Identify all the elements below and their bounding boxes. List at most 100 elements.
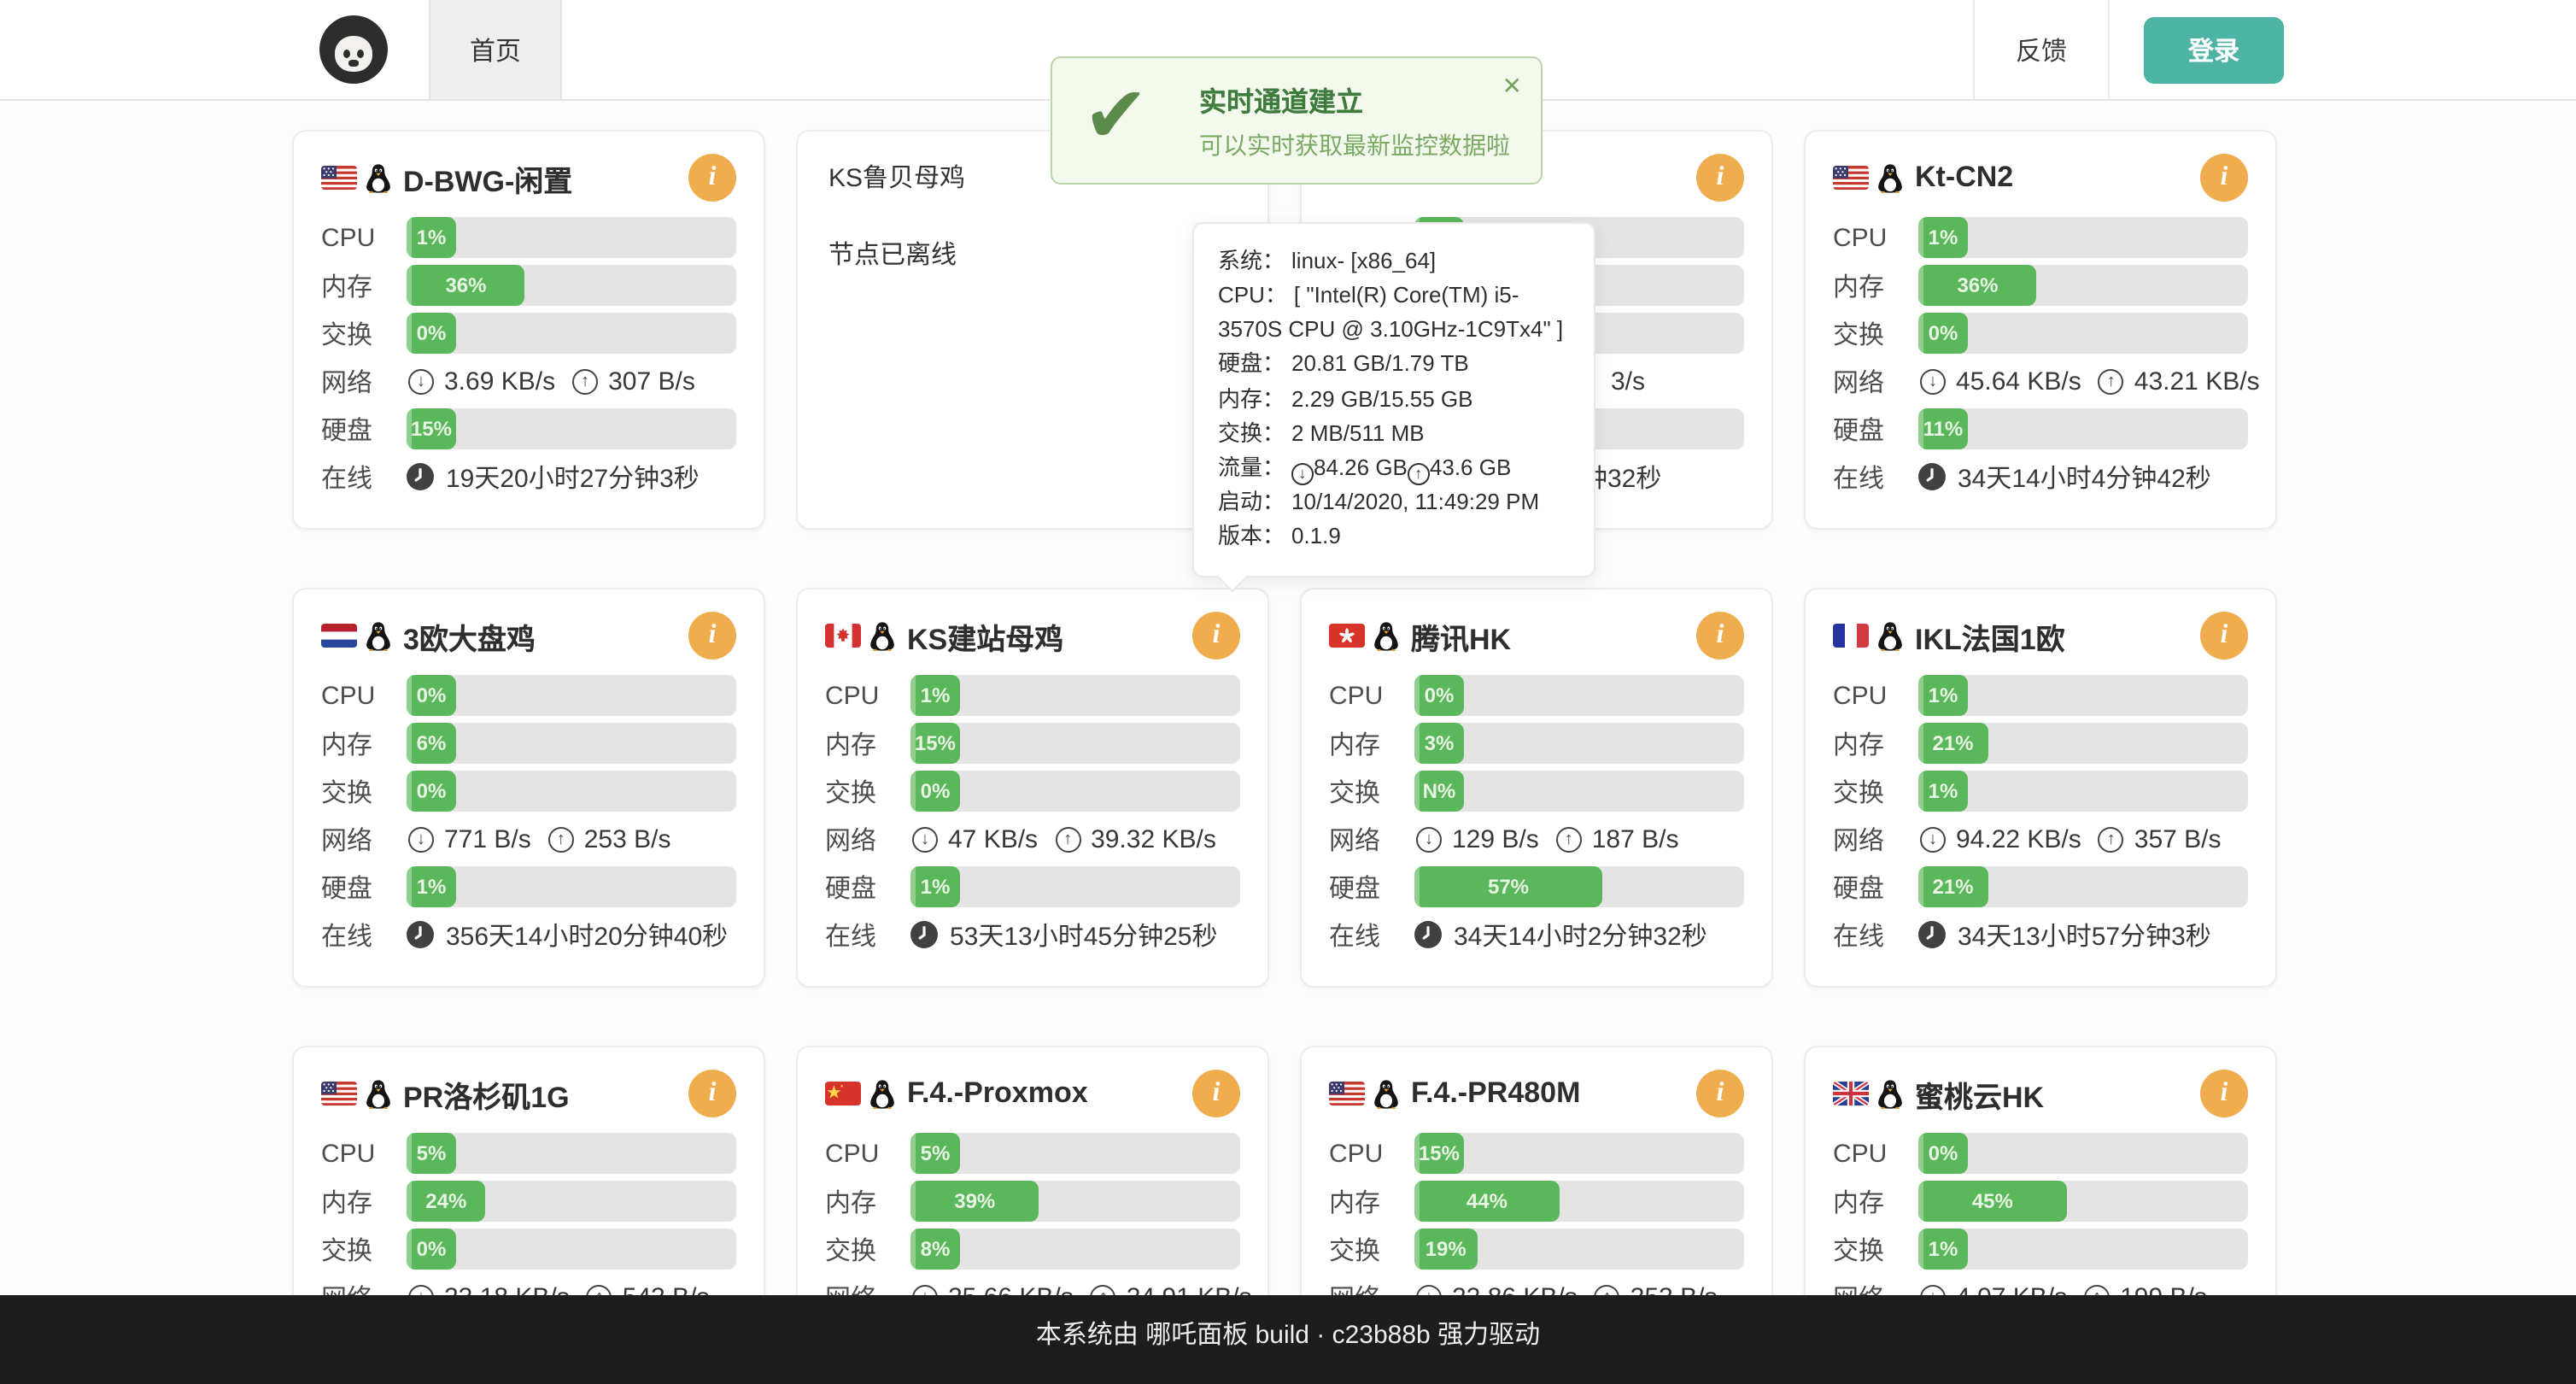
- country-flag-icon-cn: [825, 1082, 861, 1105]
- logo-face: [335, 36, 372, 72]
- upload-icon: ↑: [1408, 464, 1430, 486]
- disk-usage-bar: 57%: [1414, 866, 1744, 907]
- mem-usage-bar: 44%: [1414, 1181, 1744, 1222]
- server-card-header: 蜜桃云HKi: [1833, 1068, 2248, 1119]
- info-icon[interactable]: i: [2200, 1070, 2248, 1117]
- swap-usage-bar: 0%: [1918, 313, 2248, 354]
- site-logo-avatar[interactable]: [319, 15, 388, 84]
- download-icon: ↓: [912, 826, 938, 852]
- stat-row-net: 网络↓47 KB/s↑39.32 KB/s: [825, 818, 1240, 859]
- server-name: F.4.-PR480M: [1411, 1076, 1696, 1111]
- info-icon[interactable]: i: [1696, 154, 1744, 202]
- stat-label-cpu: CPU: [321, 681, 407, 710]
- stat-label-cpu: CPU: [1833, 681, 1918, 710]
- stat-label-online: 在线: [1329, 917, 1414, 953]
- server-stats: CPU1%内存15%交换0%网络↓47 KB/s↑39.32 KB/s硬盘1%在…: [825, 675, 1240, 955]
- stat-row-mem: 内存36%: [321, 265, 736, 306]
- cpu-usage-value: 0%: [1425, 683, 1455, 707]
- info-icon[interactable]: i: [2200, 154, 2248, 202]
- stat-row-cpu: CPU0%: [1833, 1133, 2248, 1174]
- tooltip-row-swap: 交换：2 MB/511 MB: [1218, 416, 1570, 450]
- mem-usage-value: 15%: [915, 731, 956, 755]
- swap-usage-value: 0%: [921, 779, 951, 803]
- stat-label-disk: 硬盘: [321, 411, 407, 447]
- stat-label-cpu: CPU: [825, 681, 910, 710]
- server-card-header: 腾讯HKi: [1329, 610, 1744, 661]
- cpu-usage-bar: 5%: [910, 1133, 1240, 1174]
- server-card-header: F.4.-PR480Mi: [1329, 1068, 1744, 1119]
- stat-label-net: 网络: [1833, 821, 1918, 857]
- info-icon[interactable]: i: [688, 154, 736, 202]
- cpu-usage-fill: 1%: [1918, 675, 1968, 716]
- tooltip-row-disk: 硬盘：20.81 GB/1.79 TB: [1218, 348, 1570, 382]
- nav-tab-home[interactable]: 首页: [429, 0, 562, 99]
- stat-row-mem: 内存15%: [825, 723, 1240, 764]
- toast-close-icon[interactable]: ✕: [1502, 73, 1522, 97]
- mem-usage-fill: 21%: [1918, 723, 1988, 764]
- stat-label-mem: 内存: [825, 1183, 910, 1219]
- linux-os-icon: [869, 1079, 895, 1108]
- stat-label-mem: 内存: [321, 1183, 407, 1219]
- nav-link-feedback[interactable]: 反馈: [1973, 0, 2110, 99]
- info-icon[interactable]: i: [1696, 1070, 1744, 1117]
- stat-row-swap: 交换0%: [321, 313, 736, 354]
- toast-title: 实时通道建立: [1199, 79, 1517, 120]
- stat-row-cpu: CPU0%: [321, 675, 736, 716]
- network-text-fragment: 3/s: [1611, 367, 1645, 396]
- tooltip-row-traffic: 流量：↓84.26 GB↑43.6 GB: [1218, 451, 1570, 486]
- cpu-usage-bar: 0%: [1918, 1133, 2248, 1174]
- mem-usage-bar: 45%: [1918, 1181, 2248, 1222]
- stat-row-net: 网络↓45.64 KB/s↑43.21 KB/s: [1833, 361, 2248, 402]
- server-name: IKL法国1欧: [1915, 614, 2200, 657]
- online-text: 34天13小时57分钟3秒: [1918, 917, 2248, 953]
- clock-icon: [910, 921, 938, 948]
- clock-icon: [407, 463, 434, 490]
- info-icon[interactable]: i: [1192, 1070, 1240, 1117]
- swap-usage-bar: N%: [1414, 771, 1744, 812]
- linux-os-icon: [1373, 1079, 1399, 1108]
- linux-os-icon: [366, 163, 391, 192]
- info-icon[interactable]: i: [688, 1070, 736, 1117]
- cpu-usage-bar: 0%: [407, 675, 736, 716]
- disk-usage-bar: 21%: [1918, 866, 2248, 907]
- upload-icon: ↑: [572, 368, 598, 394]
- mem-usage-value: 36%: [445, 273, 486, 297]
- mem-usage-value: 39%: [954, 1189, 995, 1213]
- stat-row-online: 在线34天14小时2分钟32秒: [1329, 914, 1744, 955]
- tooltip-row-boot: 启动：10/14/2020, 11:49:29 PM: [1218, 486, 1570, 520]
- disk-usage-fill: 15%: [407, 408, 456, 449]
- stat-row-swap: 交换0%: [321, 771, 736, 812]
- cpu-usage-fill: 1%: [1918, 217, 1968, 258]
- stat-label-cpu: CPU: [321, 223, 407, 252]
- server-name: D-BWG-闲置: [403, 156, 688, 199]
- linux-os-icon: [1877, 621, 1903, 650]
- stat-label-net: 网络: [1329, 821, 1414, 857]
- info-icon[interactable]: i: [1192, 612, 1240, 660]
- mem-usage-fill: 36%: [1918, 265, 2037, 306]
- info-icon[interactable]: i: [1696, 612, 1744, 660]
- stat-label-mem: 内存: [1329, 725, 1414, 761]
- cpu-usage-fill: 1%: [407, 217, 456, 258]
- stat-row-disk: 硬盘11%: [1833, 408, 2248, 449]
- server-card-header: IKL法国1欧i: [1833, 610, 2248, 661]
- stat-label-cpu: CPU: [1833, 1139, 1918, 1168]
- stat-label-cpu: CPU: [1833, 223, 1918, 252]
- stat-label-mem: 内存: [1833, 267, 1918, 303]
- stat-label-disk: 硬盘: [1329, 869, 1414, 905]
- swap-usage-value: 0%: [417, 779, 447, 803]
- stat-row-net: 网络↓3.69 KB/s↑307 B/s: [321, 361, 736, 402]
- server-stats: CPU0%内存6%交换0%网络↓771 B/s↑253 B/s硬盘1%在线356…: [321, 675, 736, 955]
- info-icon[interactable]: i: [2200, 612, 2248, 660]
- disk-usage-value: 1%: [921, 875, 951, 899]
- mem-usage-value: 6%: [417, 731, 447, 755]
- stat-row-swap: 交换0%: [825, 771, 1240, 812]
- stat-label-cpu: CPU: [1329, 1139, 1414, 1168]
- mem-usage-bar: 24%: [407, 1181, 736, 1222]
- info-icon[interactable]: i: [688, 612, 736, 660]
- swap-usage-fill: 0%: [407, 313, 456, 354]
- cpu-usage-value: 1%: [1929, 683, 1958, 707]
- server-card: Kt-CN2iCPU1%内存36%交换0%网络↓45.64 KB/s↑43.21…: [1804, 130, 2277, 530]
- cpu-usage-bar: 15%: [1414, 1133, 1744, 1174]
- disk-usage-fill: 1%: [910, 866, 960, 907]
- login-button[interactable]: 登录: [2144, 16, 2284, 83]
